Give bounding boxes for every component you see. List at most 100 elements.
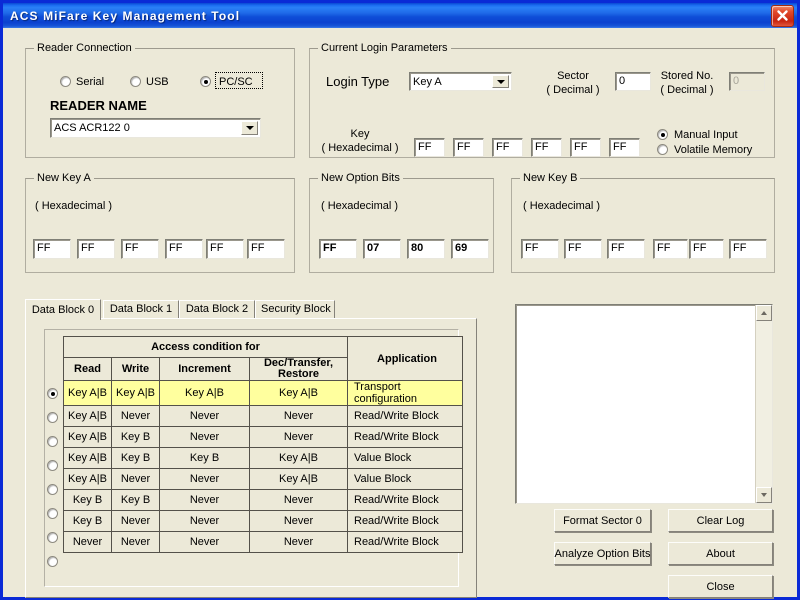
login-type-combo[interactable]: Key A (409, 72, 512, 91)
header-increment: Increment (160, 358, 250, 381)
tab-data-block-1[interactable]: Data Block 1 (103, 300, 179, 319)
cell-dec: Never (250, 511, 348, 532)
new-key-a-byte-2[interactable]: FF (121, 239, 159, 259)
cell-application: Read/Write Block (348, 511, 463, 532)
client-area: Reader Connection Serial USB PC/SC READE… (3, 28, 797, 597)
header-application: Application (348, 337, 463, 381)
header-dec-line-2: Restore (278, 368, 319, 380)
cell-application: Read/Write Block (348, 532, 463, 553)
pcsc-focus-rect (215, 72, 263, 89)
new-key-b-byte-3[interactable]: FF (653, 239, 688, 259)
row-radio-0[interactable] (47, 388, 60, 401)
chevron-down-icon[interactable] (492, 75, 509, 88)
radio-manual-input-label[interactable]: Manual Input (674, 129, 738, 141)
table-header-row-1: Access condition for Application (64, 337, 463, 358)
cell-read: Key A|B (64, 448, 112, 469)
login-key-byte-4[interactable]: FF (570, 138, 601, 157)
cell-read: Key A|B (64, 406, 112, 427)
radio-serial-label[interactable]: Serial (76, 76, 104, 88)
cell-write: Key B (112, 427, 160, 448)
log-scrollbar[interactable] (755, 305, 772, 503)
format-sector-button[interactable]: Format Sector 0 (554, 509, 651, 532)
cell-application: Read/Write Block (348, 406, 463, 427)
new-key-b-byte-1[interactable]: FF (564, 239, 602, 259)
row-radio-3[interactable] (47, 460, 60, 473)
table-row[interactable]: Key B Key B Never Never Read/Write Block (64, 490, 463, 511)
new-key-a-byte-5[interactable]: FF (247, 239, 285, 259)
cell-read: Never (64, 532, 112, 553)
row-radio-6[interactable] (47, 532, 60, 545)
login-key-byte-0[interactable]: FF (414, 138, 445, 157)
tab-data-block-0[interactable]: Data Block 0 (25, 299, 101, 320)
cell-dec: Never (250, 490, 348, 511)
new-option-bits-byte-2[interactable]: 80 (407, 239, 445, 259)
new-option-bits-sublabel: ( Hexadecimal ) (321, 200, 398, 212)
new-key-b-byte-2[interactable]: FF (607, 239, 645, 259)
reader-name-value: ACS ACR122 0 (54, 122, 130, 134)
new-key-a-byte-0[interactable]: FF (33, 239, 71, 259)
header-access-condition-for: Access condition for (64, 337, 348, 358)
login-type-value: Key A (413, 76, 442, 88)
log-output[interactable] (515, 304, 773, 504)
new-key-b-byte-4[interactable]: FF (689, 239, 724, 259)
login-key-byte-5[interactable]: FF (609, 138, 640, 157)
radio-serial[interactable] (60, 76, 73, 89)
table-row[interactable]: Key A|B Key B Never Never Read/Write Blo… (64, 427, 463, 448)
cell-application: Value Block (348, 469, 463, 490)
table-row[interactable]: Key A|B Never Never Key A|B Value Block (64, 469, 463, 490)
radio-usb[interactable] (130, 76, 143, 89)
radio-volatile-memory[interactable] (657, 144, 670, 157)
table-row[interactable]: Key A|B Never Never Never Read/Write Blo… (64, 406, 463, 427)
new-key-a-byte-4[interactable]: FF (206, 239, 244, 259)
new-key-b-legend: New Key B (520, 172, 580, 184)
application-window: ACS MiFare Key Management Tool Reader Co… (0, 0, 800, 600)
log-text (519, 307, 754, 501)
scroll-up-arrow-icon[interactable] (756, 305, 772, 321)
row-radio-5[interactable] (47, 508, 60, 521)
new-key-b-byte-0[interactable]: FF (521, 239, 559, 259)
cell-dec: Key A|B (250, 448, 348, 469)
new-key-a-byte-1[interactable]: FF (77, 239, 115, 259)
close-button[interactable]: Close (668, 575, 773, 598)
analyze-option-bits-button[interactable]: Analyze Option Bits (554, 542, 651, 565)
close-window-button[interactable] (771, 5, 794, 27)
clear-log-button[interactable]: Clear Log (668, 509, 773, 532)
row-radio-7[interactable] (47, 556, 60, 569)
header-read: Read (64, 358, 112, 381)
new-option-bits-legend: New Option Bits (318, 172, 403, 184)
table-row[interactable]: Key A|B Key A|B Key A|B Key A|B Transpor… (64, 381, 463, 406)
cell-read: Key B (64, 511, 112, 532)
reader-name-combo[interactable]: ACS ACR122 0 (50, 118, 261, 138)
tab-data-block-2[interactable]: Data Block 2 (179, 300, 255, 319)
row-radio-2[interactable] (47, 436, 60, 449)
cell-increment: Never (160, 469, 250, 490)
radio-usb-label[interactable]: USB (146, 76, 169, 88)
cell-dec: Never (250, 406, 348, 427)
new-key-a-byte-3[interactable]: FF (165, 239, 203, 259)
chevron-down-icon[interactable] (241, 121, 258, 135)
table-row[interactable]: Key B Never Never Never Read/Write Block (64, 511, 463, 532)
scroll-down-arrow-icon[interactable] (756, 487, 772, 503)
row-radio-1[interactable] (47, 412, 60, 425)
new-key-a-sublabel: ( Hexadecimal ) (35, 200, 112, 212)
radio-pcsc[interactable] (200, 76, 213, 89)
login-key-byte-2[interactable]: FF (492, 138, 523, 157)
login-key-byte-1[interactable]: FF (453, 138, 484, 157)
table-row[interactable]: Never Never Never Never Read/Write Block (64, 532, 463, 553)
login-key-byte-3[interactable]: FF (531, 138, 562, 157)
radio-manual-input[interactable] (657, 129, 670, 142)
new-key-b-byte-5[interactable]: FF (729, 239, 767, 259)
tab-security-block[interactable]: Security Block (255, 300, 335, 319)
sector-input[interactable]: 0 (615, 72, 651, 91)
row-radio-4[interactable] (47, 484, 60, 497)
cell-write: Never (112, 469, 160, 490)
about-button[interactable]: About (668, 542, 773, 565)
new-option-bits-byte-1[interactable]: 07 (363, 239, 401, 259)
table-row[interactable]: Key A|B Key B Key B Key A|B Value Block (64, 448, 463, 469)
cell-write: Key B (112, 448, 160, 469)
new-option-bits-byte-0[interactable]: FF (319, 239, 357, 259)
cell-dec: Never (250, 532, 348, 553)
new-option-bits-byte-3[interactable]: 69 (451, 239, 489, 259)
login-type-label: Login Type (326, 76, 389, 88)
radio-volatile-memory-label[interactable]: Volatile Memory (674, 144, 752, 156)
